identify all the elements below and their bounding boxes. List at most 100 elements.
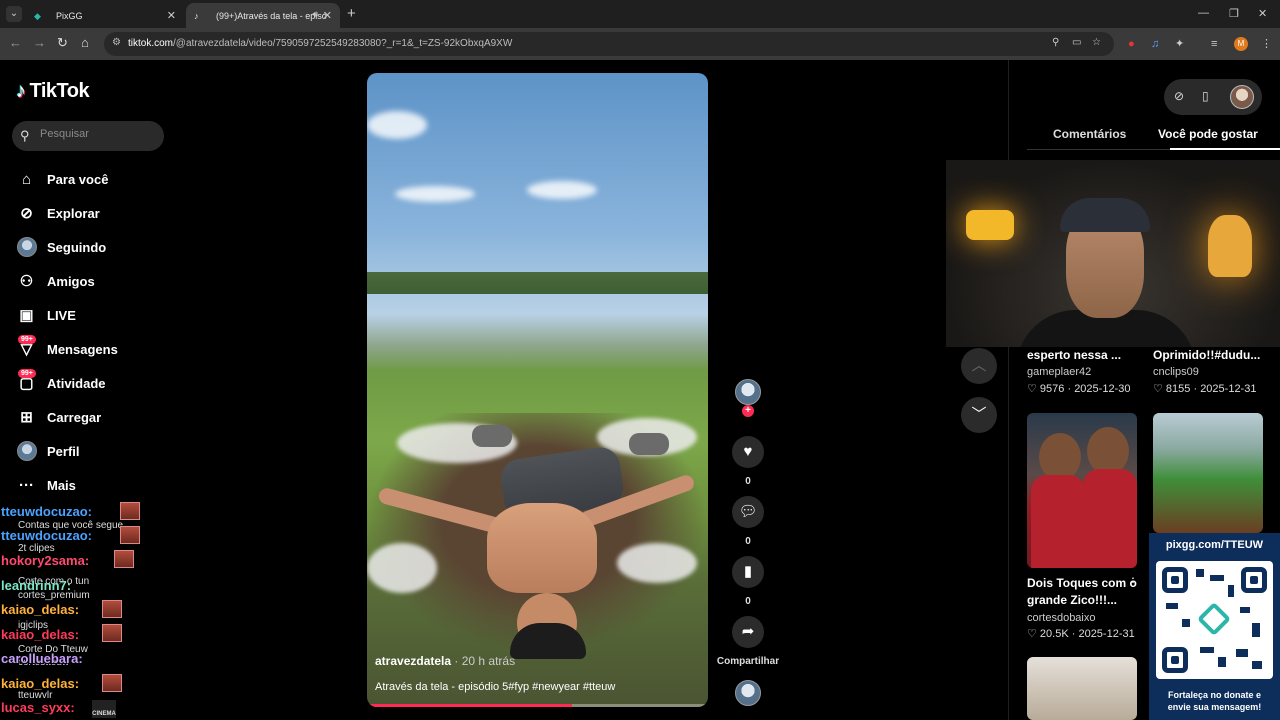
donation-message: Fortaleça no donate e envie sua mensagem!	[1167, 690, 1262, 712]
zoom-icon[interactable]: ⚲	[1052, 37, 1059, 48]
video-thumbnail[interactable]	[1027, 657, 1137, 720]
home-icon[interactable]: ⌂	[81, 36, 89, 50]
qr-module	[1218, 657, 1226, 667]
cast-icon[interactable]: ▭	[1072, 37, 1081, 48]
back-icon[interactable]: ←	[9, 36, 22, 50]
player-head-shape	[1087, 427, 1129, 475]
site-info-icon[interactable]: ⚙︎	[112, 37, 121, 48]
card-more-icon[interactable]: ⋮	[1127, 575, 1139, 589]
treeline-shape	[367, 272, 708, 294]
pix-logo-icon	[1197, 602, 1231, 636]
qr-module	[1236, 649, 1248, 657]
browser-tab-pixgg[interactable]: ◆ PixGG ✕	[26, 3, 184, 28]
profile-avatar[interactable]: M	[1234, 37, 1248, 51]
video-thumbnail[interactable]	[1027, 413, 1137, 568]
card-title[interactable]: esperto nessa ...	[1027, 348, 1121, 362]
sidebar-item-explorar[interactable]: ⊘ Explorar	[16, 196, 166, 230]
extensions-puzzle-icon[interactable]: ✦	[1175, 37, 1184, 51]
donation-overlay: pixgg.com/TTEUW Fortaleça no donate e env…	[1149, 533, 1280, 720]
person-torso-shape	[487, 503, 597, 593]
tiktok-logo[interactable]: ♪ TikTok	[16, 80, 90, 103]
player-jersey-shape	[1031, 475, 1085, 568]
sidebar-item-label: Mensagens	[47, 341, 118, 357]
media-controls-icon[interactable]: ≡	[1211, 37, 1217, 51]
cloud-shape	[395, 186, 475, 202]
close-tab-icon[interactable]: ✕	[323, 9, 332, 22]
sidebar-item-amigos[interactable]: ⚇ Amigos	[16, 264, 166, 298]
video-author-link[interactable]: atravezdatela	[375, 654, 451, 668]
chat-emote-icon	[120, 502, 140, 520]
minimize-icon[interactable]: —	[1198, 7, 1209, 19]
sidebar-item-mensagens[interactable]: ▽ 99+ Mensagens	[16, 332, 166, 366]
sidebar-item-atividade[interactable]: ▢ 99+ Atividade	[16, 366, 166, 400]
bookmark-star-icon[interactable]: ☆	[1092, 37, 1101, 48]
next-video-chevron-down-icon[interactable]: ﹀	[961, 397, 997, 433]
chat-emote-icon	[102, 624, 122, 642]
share-arrow-icon[interactable]: ➦	[732, 616, 764, 648]
search-box[interactable]: ⚲	[12, 121, 164, 151]
video-meta: atravezdatela · 20 h atrás	[375, 654, 515, 668]
webcam-overlay	[946, 160, 1280, 347]
previous-video-chevron-up-icon[interactable]: ︿	[961, 348, 997, 384]
device-icon[interactable]: ▯	[1202, 89, 1209, 103]
restore-icon[interactable]: ❐	[1229, 7, 1239, 20]
tiktok-note-icon: ♪	[16, 80, 26, 102]
search-input[interactable]	[40, 128, 160, 140]
card-author[interactable]: cortesdobaixo	[1027, 612, 1096, 624]
qr-module	[1166, 603, 1178, 609]
tab-title: PixGG	[56, 11, 83, 21]
like-heart-icon[interactable]: ♥	[732, 436, 764, 468]
video-thumbnail[interactable]	[1153, 413, 1263, 533]
tab-comentarios[interactable]: Comentários	[1053, 127, 1126, 141]
card-title[interactable]: Oprimido!!#dudu...	[1153, 348, 1260, 362]
video-description: Através da tela - episódio 5#fyp #newyea…	[375, 681, 616, 693]
stream-chat-overlay: Contas que você segue 2t clipes Corte co…	[0, 502, 160, 720]
sidebar-item-label: Explorar	[47, 205, 100, 221]
next-creator-avatar[interactable]	[735, 680, 761, 706]
chat-username: kaiao_delas:	[1, 602, 80, 617]
search-icon: ⚲	[20, 128, 30, 143]
new-tab-button[interactable]: +	[347, 6, 356, 21]
user-avatar[interactable]	[1230, 85, 1254, 109]
card-title[interactable]: Dois Toques com o	[1027, 576, 1137, 590]
notification-badge: 99+	[18, 368, 36, 378]
chat-username: hokory2sama:	[1, 553, 90, 568]
tab-search-menu-button[interactable]: ⌄	[6, 6, 22, 22]
card-author[interactable]: gameplaer42	[1027, 366, 1091, 378]
video-progress-bar[interactable]	[367, 704, 708, 707]
extension-record-icon[interactable]: ●	[1128, 37, 1135, 51]
video-player[interactable]: atravezdatela · 20 h atrás Através da te…	[367, 73, 708, 707]
extension-audio-icon[interactable]: ♫	[1151, 37, 1159, 51]
compass-icon[interactable]: ⊘	[1174, 89, 1184, 103]
url-text[interactable]: tiktok.com/@atravezdatela/video/75905972…	[128, 38, 512, 49]
url-bar[interactable]: ⚙︎ tiktok.com/@atravezdatela/video/75905…	[104, 32, 1114, 56]
video-time: · 20 h atrás	[454, 654, 516, 668]
bookmark-icon[interactable]: ▮	[732, 556, 764, 588]
follow-plus-icon[interactable]: +	[742, 405, 754, 417]
browser-tab-bar: ⌄ ◆ PixGG ✕ ♪ (99+)Através da tela - epi…	[0, 0, 1280, 28]
card-title-line2[interactable]: grande Zico!!!...	[1027, 593, 1117, 607]
reload-icon[interactable]: ↻	[57, 36, 68, 50]
menu-kebab-icon[interactable]: ⋮	[1261, 37, 1272, 51]
forward-icon[interactable]: →	[33, 36, 46, 50]
comment-icon[interactable]: 💬︎	[732, 496, 764, 528]
sidebar-item-carregar[interactable]: ⊞ Carregar	[16, 400, 166, 434]
close-window-icon[interactable]: ✕	[1258, 7, 1267, 20]
sidebar-item-para-voce[interactable]: ⌂ Para você	[16, 162, 166, 196]
creator-avatar[interactable]	[735, 379, 761, 405]
speaker-icon[interactable]: 🔊︎	[312, 9, 318, 20]
close-tab-icon[interactable]: ✕	[167, 9, 176, 22]
shoe-shape	[472, 425, 512, 447]
sidebar-item-label: Para você	[47, 171, 109, 187]
card-author[interactable]: cnclips09	[1153, 366, 1199, 378]
browser-tab-tiktok[interactable]: ♪ (99+)Através da tela - episó 🔊︎ ✕	[186, 3, 340, 28]
sidebar-item-mais[interactable]: ··· Mais	[16, 468, 166, 502]
chat-emote-icon	[102, 674, 122, 692]
sidebar-item-seguindo[interactable]: Seguindo	[16, 230, 166, 264]
tab-voce-pode-gostar[interactable]: Você pode gostar	[1158, 127, 1258, 141]
sidebar-item-label: Perfil	[47, 443, 80, 459]
sidebar-item-live[interactable]: ▣ LIVE	[16, 298, 166, 332]
sidebar-item-perfil[interactable]: Perfil	[16, 434, 166, 468]
compass-icon: ⊘	[20, 205, 33, 222]
card-stats: ♡ 9576 · 2025-12-30	[1027, 383, 1131, 395]
